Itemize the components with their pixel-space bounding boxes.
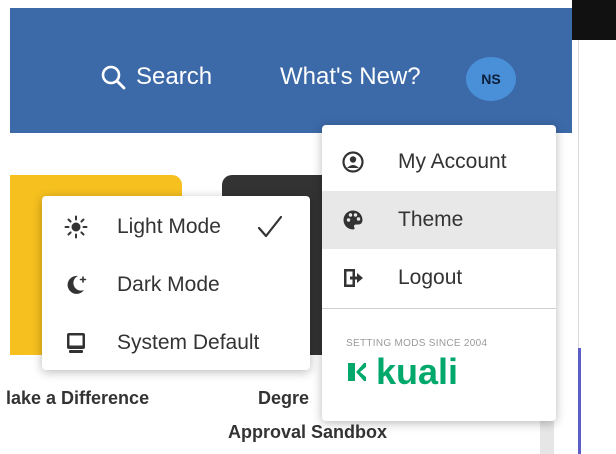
theme-menu: Light Mode Dark Mode System Default (42, 196, 310, 370)
theme-option-system[interactable]: System Default (42, 314, 310, 372)
theme-option-label: Dark Mode (117, 273, 220, 296)
app-card-title[interactable]: Degre (258, 388, 309, 409)
left-edge (0, 0, 10, 454)
kuali-logo-text: kuali (376, 351, 459, 392)
user-circle-icon (342, 151, 364, 173)
menu-divider (322, 308, 556, 309)
theme-option-label: System Default (117, 331, 260, 354)
kuali-logo: kuali (346, 351, 458, 393)
moon-icon (64, 273, 88, 297)
menu-item-my-account[interactable]: My Account (322, 133, 556, 191)
avatar[interactable]: NS (466, 57, 516, 101)
app-header: Search What's New? NS (10, 8, 572, 133)
whats-new-link[interactable]: What's New? (280, 63, 421, 91)
menu-item-label: My Account (398, 150, 507, 173)
sun-icon (64, 215, 88, 239)
search-icon (101, 65, 126, 90)
menu-item-label: Theme (398, 208, 464, 231)
kuali-k-icon (348, 363, 366, 381)
side-panel (572, 40, 616, 454)
monitor-icon (64, 331, 88, 355)
palette-icon (342, 209, 364, 231)
menu-item-logout[interactable]: Logout (322, 249, 556, 307)
theme-option-label: Light Mode (117, 215, 221, 238)
window-edge (572, 0, 616, 40)
panel-accent-bar (578, 348, 581, 454)
logout-icon (342, 267, 364, 289)
kuali-tagline: SETTING MODS SINCE 2004 (346, 338, 488, 349)
search-label: Search (136, 63, 213, 90)
theme-option-light[interactable]: Light Mode (42, 198, 310, 256)
checkmark-icon (256, 214, 284, 245)
account-menu: My Account Theme Logout SETTING MODS SIN… (322, 125, 556, 421)
app-card-title[interactable]: lake a Difference (6, 388, 149, 409)
menu-item-label: Logout (398, 266, 463, 289)
menu-item-theme[interactable]: Theme (322, 191, 556, 249)
app-card-title[interactable]: Approval Sandbox (228, 422, 387, 443)
search-button[interactable]: Search (100, 63, 212, 91)
theme-option-dark[interactable]: Dark Mode (42, 256, 310, 314)
